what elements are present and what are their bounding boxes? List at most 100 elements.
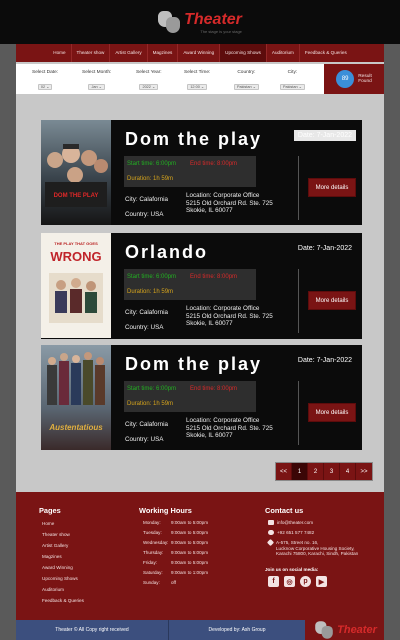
more-details-button[interactable]: More details <box>308 291 356 310</box>
hours-day: Monday: <box>143 520 161 525</box>
result-count: 89 <box>336 70 355 88</box>
result-count-box: 89 Result Found <box>324 64 384 94</box>
footer-link-upcoming-shows[interactable]: Upcoming Shows <box>42 576 78 581</box>
poster-faces-image <box>45 144 108 207</box>
youtube-icon[interactable]: ▶ <box>316 576 327 587</box>
hours-time: 9:00am to 5:00pm <box>171 550 209 555</box>
show-start-time: Start time: 6:00pm <box>127 161 177 167</box>
footer-link-artist-gallery[interactable]: Artist Gallery <box>42 543 68 548</box>
more-details-button[interactable]: More details <box>308 178 356 197</box>
country-select[interactable]: Pakistan ⌄ <box>234 84 259 90</box>
main-nav: Home Theater show Artist Gallery Magzine… <box>16 44 384 62</box>
footer-link-theater-show[interactable]: Theater show <box>42 532 70 537</box>
contact-email[interactable]: info@theater.com <box>268 520 313 525</box>
footer-link-magzines[interactable]: Magzines <box>42 554 62 559</box>
show-city: City: Calafornia <box>125 309 169 316</box>
nav-item-magzines[interactable]: Magzines <box>148 44 179 62</box>
facebook-icon[interactable]: f <box>268 576 279 587</box>
filter-time-label: Select Time: <box>184 70 211 75</box>
show-city: City: Calafornia <box>125 421 169 428</box>
poster-title: Austentatious <box>49 423 103 432</box>
footer-contact-heading: Contact us <box>265 506 304 515</box>
show-title: Dom the play <box>125 129 263 149</box>
pagination-page-1[interactable]: 1 <box>292 463 308 480</box>
pagination-next-button[interactable]: >> <box>356 463 372 480</box>
show-end-time: End time: 8:00pm <box>190 161 238 167</box>
pagination-page-4[interactable]: 4 <box>340 463 356 480</box>
show-duration: Duration: 1h 59m <box>127 289 174 295</box>
nav-item-award-winning[interactable]: Award Winning <box>178 44 221 62</box>
show-location: Location: Corporate Office 5215 Old Orcha… <box>186 305 273 328</box>
location-arrow-icon <box>266 538 275 547</box>
show-country: Country: USA <box>125 436 164 443</box>
show-time-box: Start time: 6:00pm End time: 8:00pm Dura… <box>124 269 256 300</box>
nav-item-home[interactable]: Home <box>48 44 72 62</box>
footer-link-home[interactable]: Home <box>42 521 54 526</box>
site-header: Theater The stage is your stage <box>16 0 384 44</box>
filter-time: Select Time: 12:00 ⌄ <box>184 70 210 93</box>
result-label: Result Found <box>358 73 372 84</box>
pagination-page-3[interactable]: 3 <box>324 463 340 480</box>
site-footer: Pages Home Theater show Artist Gallery M… <box>16 492 384 620</box>
show-date: Date: 7-Jan-2022 <box>293 130 356 141</box>
hours-day: Tuesday: <box>143 530 162 535</box>
hours-time: off <box>171 580 177 585</box>
theater-masks-icon <box>315 621 333 639</box>
city-select[interactable]: Pakistan ⌄ <box>280 84 305 90</box>
show-poster[interactable]: Austentatious <box>41 345 111 450</box>
show-poster[interactable]: DOM THE PLAY <box>41 120 111 225</box>
hours-day: Wednesday: <box>143 540 169 545</box>
filter-city-label: City: <box>287 70 298 75</box>
contact-address: A-575, Street no. 16, Lucknow Corporative… <box>266 538 358 557</box>
show-city: City: Calafornia <box>125 196 169 203</box>
show-card: Austentatious Dom the play Date: 7-Jan-2… <box>41 345 362 450</box>
date-select[interactable]: 02 ⌄ <box>37 84 53 90</box>
envelope-icon <box>268 520 274 525</box>
show-date: Date: 7-Jan-2022 <box>297 357 352 364</box>
show-country: Country: USA <box>125 211 164 218</box>
show-duration: Duration: 1h 59m <box>127 401 174 407</box>
poster-title: DOM THE PLAY <box>53 193 99 199</box>
site-logo[interactable]: Theater The stage is your stage <box>158 11 242 34</box>
show-title: Orlando <box>125 242 209 262</box>
nav-item-upcoming-shows[interactable]: Upcoming Shows <box>220 44 267 62</box>
filter-year-label: Select Year: <box>136 70 162 75</box>
contact-phone[interactable]: +92 651 577 7482 <box>268 530 314 535</box>
footer-link-auditorium[interactable]: Auditorium <box>42 587 64 592</box>
filter-city: City: Pakistan ⌄ <box>280 70 305 93</box>
hours-day: Thursday: <box>143 550 164 555</box>
pagination-prev-button[interactable]: << <box>276 463 292 480</box>
time-select[interactable]: 12:00 ⌄ <box>187 84 208 90</box>
footer-logo[interactable]: Theater <box>306 620 384 640</box>
instagram-icon[interactable]: ◎ <box>284 576 295 587</box>
nav-item-artist-gallery[interactable]: Artist Gallery <box>110 44 148 62</box>
logo-text: Theater <box>184 10 242 28</box>
filter-country-label: Country: <box>237 70 256 75</box>
filter-year: Select Year: 2022 ⌄ <box>136 70 162 93</box>
hours-time: 9:00am to 5:00pm <box>171 560 209 565</box>
show-location: Location: Corporate Office 5215 Old Orcha… <box>186 417 273 440</box>
footer-link-feedback[interactable]: Feedback & Queries <box>42 598 84 603</box>
nav-item-theater-show[interactable]: Theater show <box>72 44 111 62</box>
filter-country: Country: Pakistan ⌄ <box>234 70 259 93</box>
more-details-button[interactable]: More details <box>308 403 356 422</box>
poster-cast-image <box>47 352 105 405</box>
nav-item-auditorium[interactable]: Auditorium <box>267 44 300 62</box>
show-date: Date: 7-Jan-2022 <box>297 245 352 252</box>
nav-item-feedback[interactable]: Feedback & Queries <box>300 44 352 62</box>
filter-month-label: Select Month: <box>82 70 112 75</box>
logo-tagline: The stage is your stage <box>200 28 242 34</box>
show-poster[interactable]: THE PLAY THAT GOES WRONG <box>41 233 111 338</box>
show-time-box: Start time: 6:00pm End time: 8:00pm Dura… <box>124 381 256 412</box>
developer-credit: Developed by: Ash Group <box>168 620 305 640</box>
filter-month: Select Month: Jan ⌄ <box>82 70 111 93</box>
pinterest-icon[interactable]: p <box>300 576 311 587</box>
month-select[interactable]: Jan ⌄ <box>88 84 105 90</box>
year-select[interactable]: 2022 ⌄ <box>139 84 159 90</box>
filter-date: Select Date: 02 ⌄ <box>32 70 58 93</box>
show-time-box: Start time: 6:00pm End time: 8:00pm Dura… <box>124 156 256 187</box>
pagination-page-2[interactable]: 2 <box>308 463 324 480</box>
footer-pages-heading: Pages <box>39 506 61 515</box>
footer-link-award-winning[interactable]: Award Winning <box>42 565 73 570</box>
hours-time: 9:00am to 5:00pm <box>171 540 209 545</box>
